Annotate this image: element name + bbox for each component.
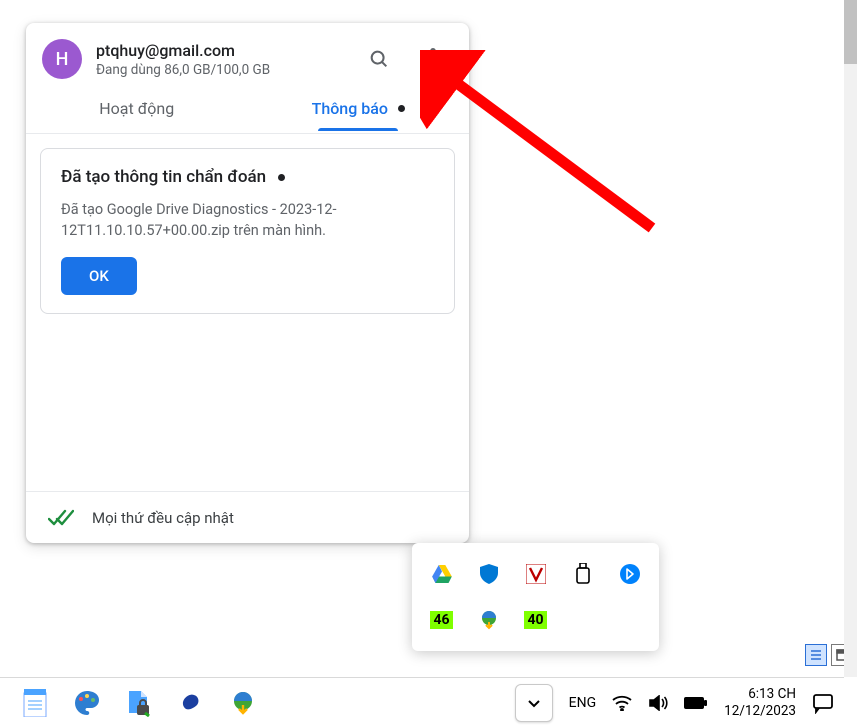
system-tray-popup: 46 40 [412, 543, 659, 651]
notification-title-row: Đã tạo thông tin chẩn đoán [61, 167, 434, 187]
tabs: Hoạt động Thông báo [26, 87, 469, 134]
volume-icon[interactable] [648, 695, 668, 711]
tray-drive-icon[interactable] [424, 556, 460, 592]
list-icon [810, 649, 822, 661]
panel-body: Đã tạo thông tin chẩn đoán Đã tạo Google… [26, 134, 469, 491]
tab-notifications[interactable]: Thông báo [248, 87, 470, 133]
sync-status-text: Mọi thứ đều cập nhật [92, 509, 234, 527]
tray-expand-button[interactable] [515, 684, 553, 722]
taskbar-app-blue[interactable] [176, 688, 206, 718]
tab-activity-label: Hoạt động [99, 99, 174, 118]
panel-header: H ptqhuy@gmail.com Đang dùng 86,0 GB/100… [26, 23, 469, 87]
tab-notifications-label: Thông báo [312, 99, 388, 118]
notification-card: Đã tạo thông tin chẩn đoán Đã tạo Google… [40, 148, 455, 314]
vertical-scrollbar[interactable] [844, 0, 857, 677]
tray-badge-1[interactable]: 46 [424, 602, 460, 638]
taskbar: ENG 6:13 CH 12/12/2023 [0, 677, 844, 727]
gear-icon [422, 48, 444, 70]
google-drive-icon [432, 565, 452, 583]
unread-dot-icon [278, 174, 285, 181]
scrollbar-thumb[interactable] [844, 0, 857, 64]
tray-idm-icon[interactable] [471, 602, 507, 638]
battery-icon[interactable] [684, 695, 708, 711]
taskbar-notepad[interactable] [20, 688, 50, 718]
tab-activity[interactable]: Hoạt động [26, 87, 248, 133]
taskbar-paint[interactable] [72, 688, 102, 718]
download-globe-icon [479, 610, 499, 630]
drive-panel: H ptqhuy@gmail.com Đang dùng 86,0 GB/100… [26, 23, 469, 543]
shield-icon [480, 564, 498, 584]
tray-badge-2[interactable]: 40 [518, 602, 554, 638]
account-email: ptqhuy@gmail.com [96, 41, 345, 60]
taskbar-file-lock[interactable] [124, 688, 154, 718]
letter-v-icon [526, 564, 546, 584]
ok-button[interactable]: OK [61, 257, 137, 295]
tray-app-v-icon[interactable] [518, 556, 554, 592]
account-info: ptqhuy@gmail.com Đang dùng 86,0 GB/100,0… [96, 41, 345, 78]
avatar[interactable]: H [42, 39, 82, 79]
tray-usb-icon[interactable] [565, 556, 601, 592]
view-list-button[interactable] [805, 644, 827, 666]
clock-time: 6:13 CH [724, 686, 796, 703]
tray-badge-2-value: 40 [524, 611, 546, 629]
notification-body: Đã tạo Google Drive Diagnostics - 2023-1… [61, 199, 434, 241]
taskbar-idm[interactable] [228, 688, 258, 718]
bean-icon [181, 693, 201, 713]
settings-button[interactable] [413, 39, 453, 79]
tray-bluetooth-icon[interactable] [612, 556, 648, 592]
clock-date: 12/12/2023 [724, 703, 796, 720]
download-globe-icon [230, 690, 256, 716]
usb-icon [576, 563, 590, 585]
chevron-down-icon [526, 695, 542, 711]
clock[interactable]: 6:13 CH 12/12/2023 [724, 686, 796, 720]
search-icon [368, 48, 390, 70]
notepad-icon [22, 689, 48, 717]
system-area: ENG 6:13 CH 12/12/2023 [515, 684, 844, 722]
palette-icon [73, 689, 101, 717]
pinned-apps [0, 688, 258, 718]
wifi-icon[interactable] [612, 695, 632, 711]
bluetooth-icon [620, 564, 640, 584]
sync-ok-icon [48, 508, 74, 528]
unread-dot-icon [398, 105, 405, 112]
language-indicator[interactable]: ENG [569, 695, 596, 711]
notification-center-icon[interactable] [812, 692, 834, 714]
tray-badge-1-value: 46 [430, 611, 452, 629]
notification-title: Đã tạo thông tin chẩn đoán [61, 167, 266, 187]
tray-security-icon[interactable] [471, 556, 507, 592]
storage-usage: Đang dùng 86,0 GB/100,0 GB [96, 62, 345, 78]
file-lock-icon [125, 689, 153, 717]
panel-footer: Mọi thứ đều cập nhật [26, 491, 469, 543]
search-button[interactable] [359, 39, 399, 79]
